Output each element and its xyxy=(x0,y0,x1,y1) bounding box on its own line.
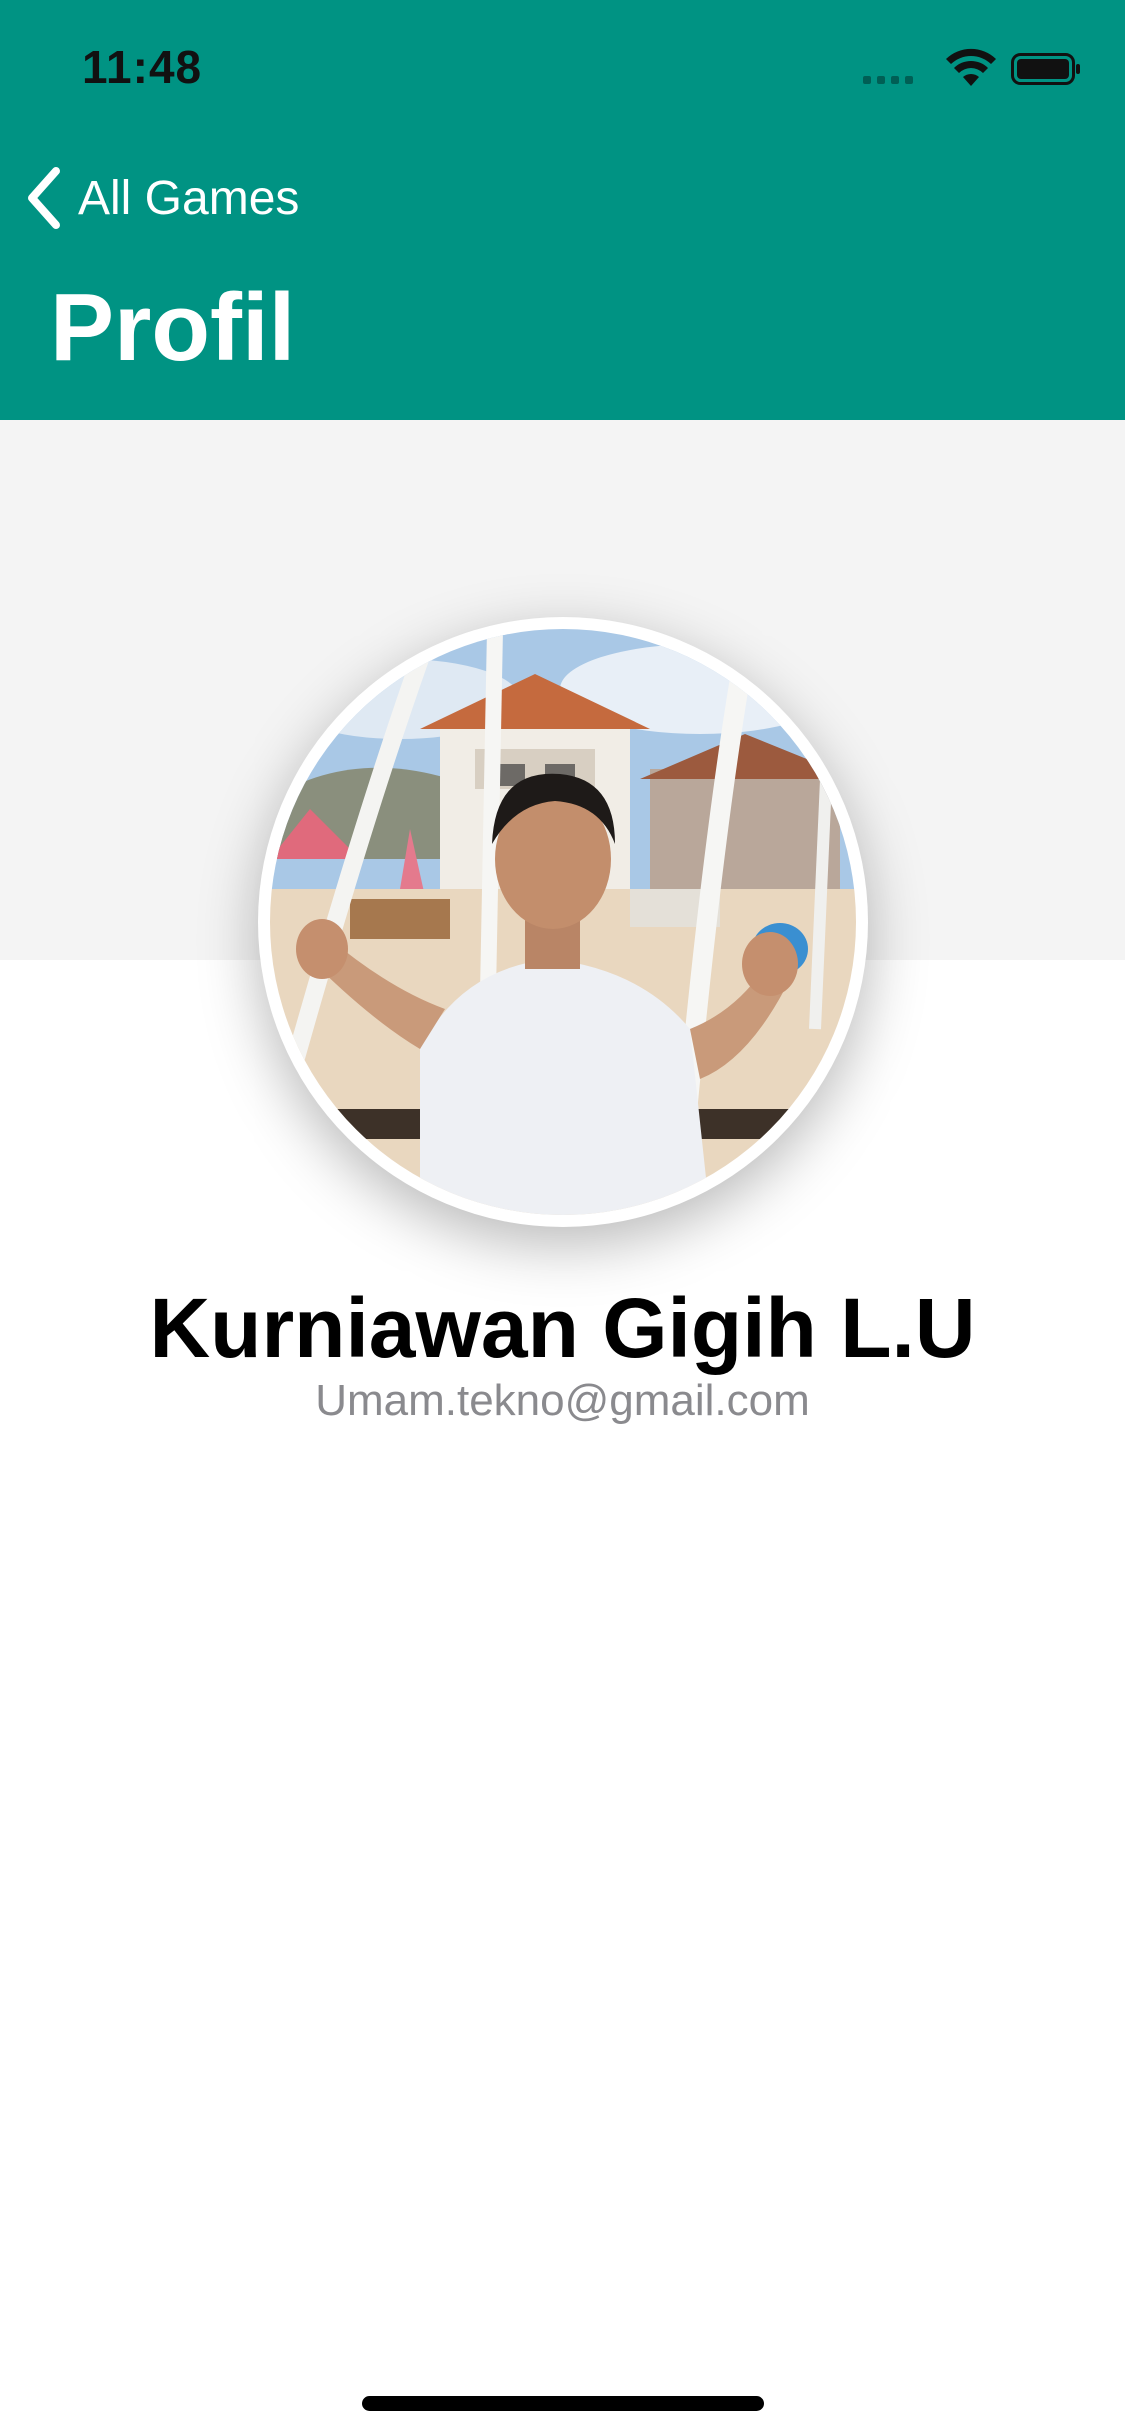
wifi-icon xyxy=(946,48,996,86)
avatar-frame xyxy=(258,617,868,1227)
status-icons xyxy=(863,48,1083,92)
signal-icon xyxy=(863,76,913,84)
avatar-photo xyxy=(270,629,856,1215)
back-button-label: All Games xyxy=(78,171,300,225)
home-indicator[interactable] xyxy=(362,2396,764,2411)
profile-name: Kurniawan Gigih L.U xyxy=(149,1281,976,1375)
battery-icon xyxy=(1011,53,1080,85)
profile-screen: 11:48 All Games Profil Kurniawan Gigih L… xyxy=(0,0,1125,2436)
status-time: 11:48 xyxy=(82,41,203,93)
page-title: Profil xyxy=(50,274,296,381)
back-button[interactable]: All Games xyxy=(24,160,299,236)
profile-email: Umam.tekno@gmail.com xyxy=(315,1376,810,1425)
avatar xyxy=(270,629,856,1215)
nav-header: 11:48 All Games Profil xyxy=(0,0,1125,420)
chevron-left-icon xyxy=(28,167,60,229)
